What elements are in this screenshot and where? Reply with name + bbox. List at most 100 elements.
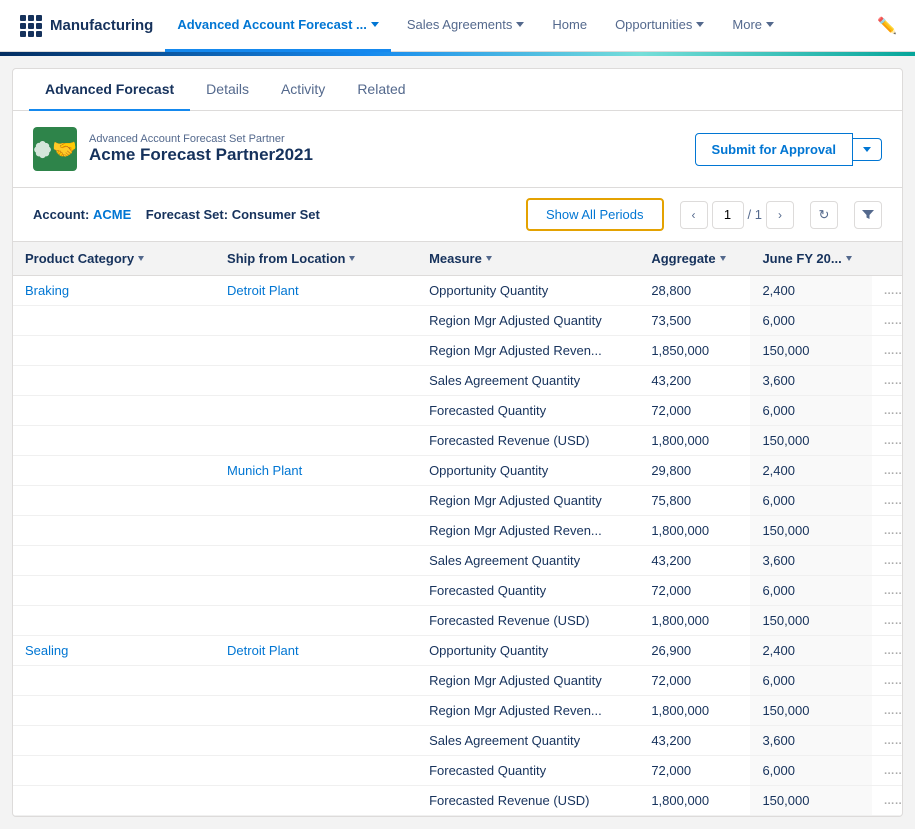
june-cell: 6,000 — [750, 576, 871, 606]
aggregate-cell: 43,200 — [639, 546, 750, 576]
product-category-cell[interactable]: Sealing — [13, 636, 215, 666]
product-category-cell — [13, 666, 215, 696]
product-category-cell — [13, 366, 215, 396]
col-header-measure[interactable]: Measure — [417, 242, 639, 276]
tab-advanced-forecast[interactable]: Advanced Forecast — [29, 69, 190, 111]
june-cell: 2,400 — [750, 636, 871, 666]
forecast-table: Product Category Ship from Location — [13, 242, 902, 816]
overflow-cell: … — [872, 336, 902, 366]
tab-related[interactable]: Related — [341, 69, 421, 111]
table-row: Region Mgr Adjusted Quantity75,8006,000… — [13, 486, 902, 516]
measure-cell: Opportunity Quantity — [417, 276, 639, 306]
filter-button[interactable] — [854, 201, 882, 229]
ship-from-cell[interactable]: Munich Plant — [215, 456, 417, 486]
measure-cell: Region Mgr Adjusted Reven... — [417, 336, 639, 366]
june-cell: 6,000 — [750, 396, 871, 426]
nav-tab-sales-agreements[interactable]: Sales Agreements — [395, 0, 537, 52]
chevron-down-icon — [349, 256, 355, 261]
nav-tab-more[interactable]: More — [720, 0, 786, 52]
nav-tab-forecast[interactable]: Advanced Account Forecast ... — [165, 0, 391, 52]
col-header-ship-from[interactable]: Ship from Location — [215, 242, 417, 276]
table-row: Sales Agreement Quantity43,2003,600… — [13, 366, 902, 396]
ship-from-cell[interactable]: Detroit Plant — [215, 276, 417, 306]
chevron-down-icon — [846, 256, 852, 261]
chevron-down-icon — [720, 256, 726, 261]
page-number-input[interactable] — [712, 201, 744, 229]
overflow-cell: … — [872, 486, 902, 516]
ship-from-cell — [215, 756, 417, 786]
table-row: Sales Agreement Quantity43,2003,600… — [13, 726, 902, 756]
acme-link[interactable]: ACME — [93, 207, 131, 222]
product-category-cell[interactable]: Braking — [13, 276, 215, 306]
table-row: Region Mgr Adjusted Reven...1,850,000150… — [13, 336, 902, 366]
main-card: Advanced Forecast Details Activity Relat… — [12, 68, 903, 817]
edit-icon[interactable]: ✏️ — [871, 10, 903, 42]
table-row: Forecasted Quantity72,0006,000… — [13, 756, 902, 786]
prev-page-button[interactable]: ‹ — [680, 201, 708, 229]
aggregate-cell: 72,000 — [639, 576, 750, 606]
measure-cell: Forecasted Quantity — [417, 576, 639, 606]
product-category-cell — [13, 696, 215, 726]
chevron-down-icon — [863, 147, 871, 152]
measure-cell: Sales Agreement Quantity — [417, 546, 639, 576]
measure-cell: Forecasted Revenue (USD) — [417, 426, 639, 456]
app-launcher[interactable]: Manufacturing — [12, 15, 161, 37]
table-row: Region Mgr Adjusted Quantity73,5006,000… — [13, 306, 902, 336]
col-header-product-category[interactable]: Product Category — [13, 242, 215, 276]
product-category-cell — [13, 336, 215, 366]
submit-for-approval-button[interactable]: Submit for Approval — [695, 133, 853, 166]
col-header-june[interactable]: June FY 20... — [750, 242, 871, 276]
grid-icon — [20, 15, 42, 37]
filter-icon — [861, 208, 875, 222]
account-label: Account: — [33, 207, 89, 222]
aggregate-cell: 1,850,000 — [639, 336, 750, 366]
ship-from-cell — [215, 696, 417, 726]
table-wrapper: Product Category Ship from Location — [13, 242, 902, 816]
overflow-cell: … — [872, 726, 902, 756]
ship-from-cell — [215, 336, 417, 366]
ship-from-cell — [215, 726, 417, 756]
card-tabs: Advanced Forecast Details Activity Relat… — [13, 69, 902, 111]
product-category-cell — [13, 576, 215, 606]
june-cell: 150,000 — [750, 606, 871, 636]
show-all-periods-button[interactable]: Show All Periods — [526, 198, 664, 231]
overflow-cell: … — [872, 516, 902, 546]
product-category-cell[interactable] — [13, 456, 215, 486]
nav-tab-home[interactable]: Home — [540, 0, 599, 52]
aggregate-cell: 72,000 — [639, 666, 750, 696]
june-cell: 3,600 — [750, 546, 871, 576]
main-content: Advanced Forecast Details Activity Relat… — [0, 56, 915, 829]
filter-bar: Account: ACME Forecast Set: Consumer Set… — [13, 188, 902, 242]
pagination: ‹ / 1 › — [680, 201, 794, 229]
measure-cell: Forecasted Quantity — [417, 756, 639, 786]
table-row: Region Mgr Adjusted Reven...1,800,000150… — [13, 516, 902, 546]
tab-details[interactable]: Details — [190, 69, 265, 111]
measure-cell: Opportunity Quantity — [417, 456, 639, 486]
app-name: Manufacturing — [50, 17, 153, 34]
forecast-header: 🤝 Advanced Account Forecast Set Partner … — [13, 111, 902, 188]
table-row: Forecasted Revenue (USD)1,800,000150,000… — [13, 606, 902, 636]
june-cell: 6,000 — [750, 486, 871, 516]
overflow-cell: … — [872, 306, 902, 336]
overflow-cell: … — [872, 276, 902, 306]
measure-cell: Region Mgr Adjusted Quantity — [417, 666, 639, 696]
partner-subtitle: Advanced Account Forecast Set Partner — [89, 133, 313, 145]
product-category-cell — [13, 516, 215, 546]
table-row: Forecasted Quantity72,0006,000… — [13, 396, 902, 426]
measure-cell: Opportunity Quantity — [417, 636, 639, 666]
measure-cell: Forecasted Quantity — [417, 396, 639, 426]
nav-tab-opportunities[interactable]: Opportunities — [603, 0, 716, 52]
aggregate-cell: 26,900 — [639, 636, 750, 666]
ship-from-cell — [215, 546, 417, 576]
submit-dropdown-button[interactable] — [853, 138, 882, 161]
ship-from-cell[interactable]: Detroit Plant — [215, 636, 417, 666]
col-header-aggregate[interactable]: Aggregate — [639, 242, 750, 276]
next-page-button[interactable]: › — [766, 201, 794, 229]
refresh-button[interactable]: ↻ — [810, 201, 838, 229]
account-info: Account: ACME Forecast Set: Consumer Set — [33, 207, 320, 222]
page-separator: / 1 — [748, 207, 762, 222]
aggregate-cell: 28,800 — [639, 276, 750, 306]
overflow-cell: … — [872, 546, 902, 576]
tab-activity[interactable]: Activity — [265, 69, 341, 111]
june-cell: 150,000 — [750, 336, 871, 366]
